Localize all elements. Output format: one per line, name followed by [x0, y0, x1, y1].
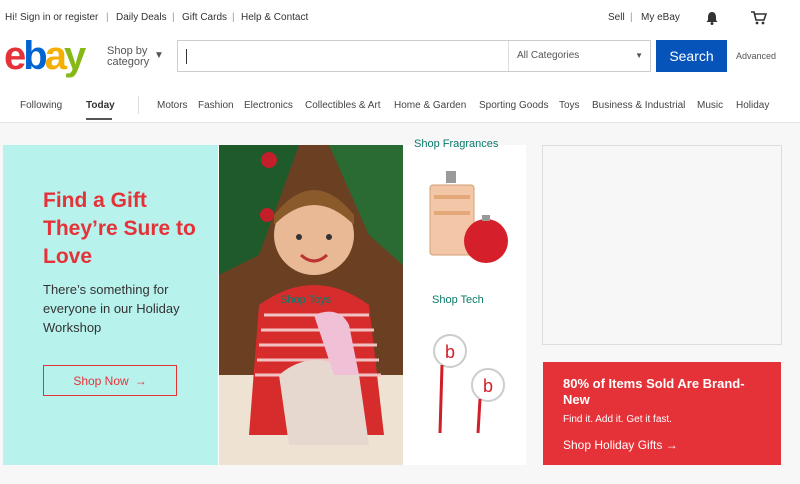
divider: | [630, 12, 633, 23]
ad-placeholder [542, 145, 782, 345]
search-input[interactable] [178, 41, 524, 71]
nav-item-electronics[interactable]: Electronics [244, 100, 293, 111]
sell-link[interactable]: Sell [608, 12, 625, 23]
svg-text:b: b [445, 342, 455, 362]
signin-link[interactable]: Hi! Sign in or register [5, 12, 98, 23]
my-ebay-link[interactable]: My eBay [641, 12, 680, 23]
shop-by-category[interactable]: Shop by category [107, 46, 155, 68]
text-cursor [186, 49, 187, 64]
nav-item-holiday[interactable]: Holiday [736, 100, 769, 111]
nav-item-music[interactable]: Music [697, 100, 723, 111]
top-bar: Hi! Sign in or register | Daily Deals | … [0, 0, 800, 34]
search-button[interactable]: Search [656, 40, 727, 72]
cart-icon[interactable] [750, 10, 767, 25]
svg-text:b: b [483, 376, 493, 396]
category-select[interactable]: All Categories ▼ [508, 41, 651, 71]
headphones-image[interactable]: b b [420, 333, 510, 443]
nav-item-sporting-goods[interactable]: Sporting Goods [479, 100, 549, 111]
promo-card[interactable]: 80% of Items Sold Are Brand-New Find it.… [543, 362, 781, 465]
chevron-down-icon: ▼ [154, 50, 164, 61]
promo-title: 80% of Items Sold Are Brand-New [563, 376, 745, 407]
nav-item-toys[interactable]: Toys [559, 100, 580, 111]
nav-item-collectibles[interactable]: Collectibles & Art [305, 100, 381, 111]
help-contact-link[interactable]: Help & Contact [241, 12, 308, 23]
search-box: All Categories ▼ [177, 40, 651, 72]
divider [138, 96, 139, 114]
shop-toys-link[interactable]: Shop Toys [280, 294, 331, 306]
ebay-logo[interactable]: ebay [4, 36, 86, 76]
nav-item-fashion[interactable]: Fashion [198, 100, 234, 111]
arrow-right-icon: → [134, 373, 147, 388]
shop-now-button[interactable]: Shop Now → [43, 365, 177, 396]
tab-following[interactable]: Following [20, 100, 62, 111]
arrow-right-icon: → [665, 438, 678, 452]
promo-subtitle: Find it. Add it. Get it fast. [563, 414, 672, 425]
hero-text-panel: Find a Gift They’re Sure to Love There’s… [3, 145, 218, 465]
bell-icon[interactable] [705, 11, 719, 25]
divider: | [106, 12, 109, 23]
gift-cards-link[interactable]: Gift Cards [182, 12, 227, 23]
hero-title: Find a Gift They’re Sure to Love [43, 189, 196, 268]
nav-item-motors[interactable]: Motors [157, 100, 188, 111]
active-tab-underline [86, 118, 112, 120]
category-label: All Categories [517, 50, 580, 61]
divider: | [172, 12, 175, 23]
advanced-search-link[interactable]: Advanced [736, 51, 776, 61]
hero-subtitle: There’s something for everyone in our Ho… [43, 282, 180, 335]
nav-item-business-industrial[interactable]: Business & Industrial [592, 100, 685, 111]
shop-fragrances-link[interactable]: Shop Fragrances [414, 138, 498, 150]
tab-today[interactable]: Today [86, 100, 115, 111]
daily-deals-link[interactable]: Daily Deals [116, 12, 167, 23]
chevron-down-icon: ▼ [635, 51, 643, 60]
divider: | [232, 12, 235, 23]
shop-tech-link[interactable]: Shop Tech [432, 294, 484, 306]
nav-item-home-garden[interactable]: Home & Garden [394, 100, 466, 111]
perfume-ornament-image[interactable] [424, 171, 514, 271]
shop-holiday-gifts-link[interactable]: Shop Holiday Gifts → [563, 438, 678, 452]
category-nav: Following Today Motors Fashion Electroni… [0, 86, 800, 123]
